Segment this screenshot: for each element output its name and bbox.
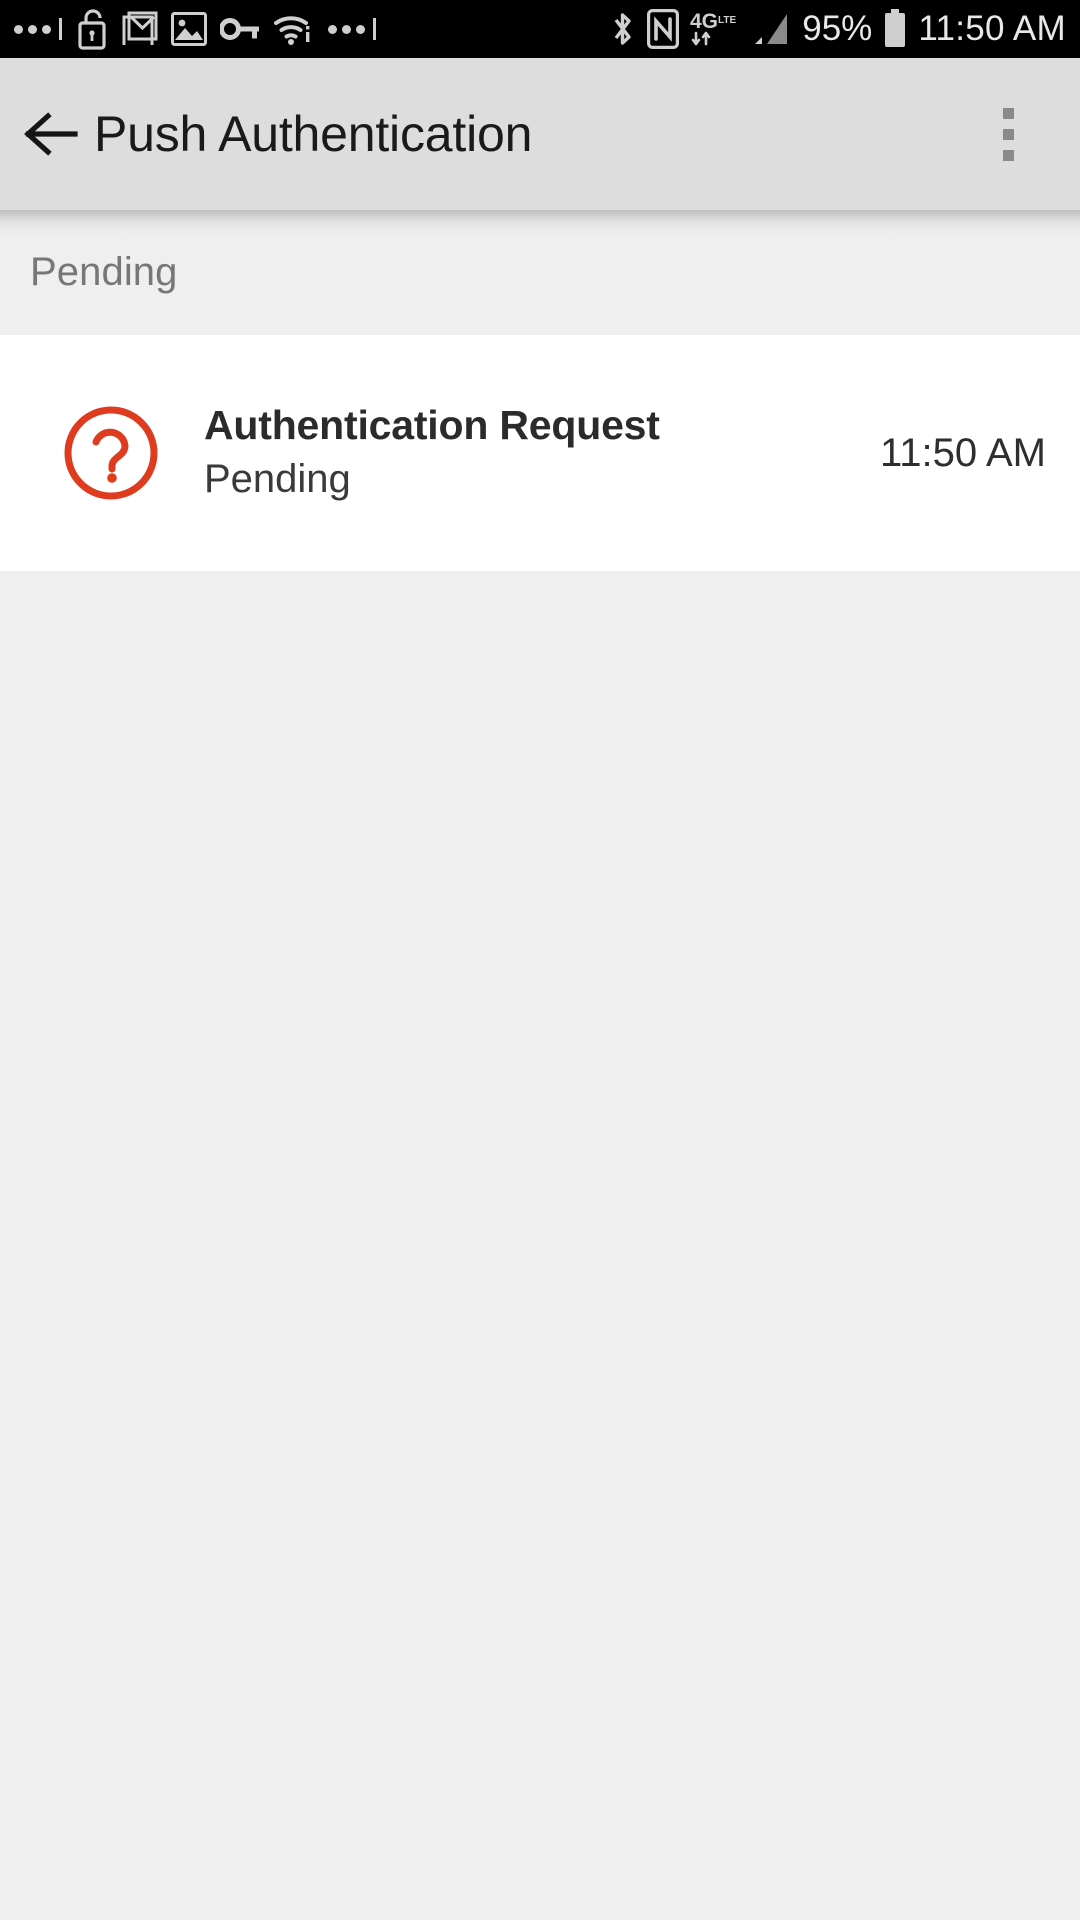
cell-signal-icon: [751, 10, 791, 48]
list-item-subtitle: Pending: [204, 456, 351, 501]
battery-percent-label: 95%: [802, 9, 873, 48]
4g-lte-data-icon: 4G LTE: [690, 8, 740, 50]
overflow-dot: [1002, 128, 1014, 140]
request-list: Authentication Request Pending 11:50 AM: [0, 335, 1080, 571]
list-item[interactable]: Authentication Request Pending 11:50 AM: [0, 335, 1080, 571]
gmail-icon: [122, 11, 158, 47]
overflow-dot: [1002, 149, 1014, 161]
status-bar-right-icons: 4G LTE 95% 11:50 AM: [610, 8, 1066, 50]
app-bar: Push Authentication: [0, 58, 1080, 210]
more-dots-icon: [328, 18, 376, 40]
back-button[interactable]: [18, 101, 84, 167]
overflow-menu-button[interactable]: [980, 89, 1036, 179]
status-bar-left-icons: [14, 8, 376, 50]
question-circle-icon: [62, 404, 160, 502]
back-arrow-icon: [24, 112, 78, 156]
list-item-timestamp: 11:50 AM: [879, 430, 1046, 475]
bluetooth-icon: [610, 9, 636, 49]
overflow-dot: [1002, 107, 1014, 119]
unlock-shield-icon: [75, 8, 109, 50]
empty-list-area: [0, 571, 1080, 1920]
battery-icon: [883, 9, 907, 49]
photo-icon: [171, 12, 207, 46]
more-dots-icon: [14, 18, 62, 40]
list-item-text: Authentication Request Pending: [204, 401, 862, 505]
section-header: Pending: [0, 210, 1080, 335]
nfc-icon: [647, 9, 680, 49]
page-title: Push Authentication: [94, 106, 533, 162]
phone-screen: 4G LTE 95% 11:50 AM Push Authentication …: [0, 0, 1080, 1920]
svg-text:LTE: LTE: [718, 15, 736, 26]
svg-text:4G: 4G: [690, 10, 718, 33]
clock-label: 11:50 AM: [918, 9, 1066, 48]
vpn-key-icon: [220, 16, 260, 42]
list-item-title: Authentication Request: [204, 402, 660, 449]
wifi-icon: [273, 12, 315, 46]
status-bar: 4G LTE 95% 11:50 AM: [0, 0, 1080, 58]
section-header-label: Pending: [30, 250, 178, 294]
